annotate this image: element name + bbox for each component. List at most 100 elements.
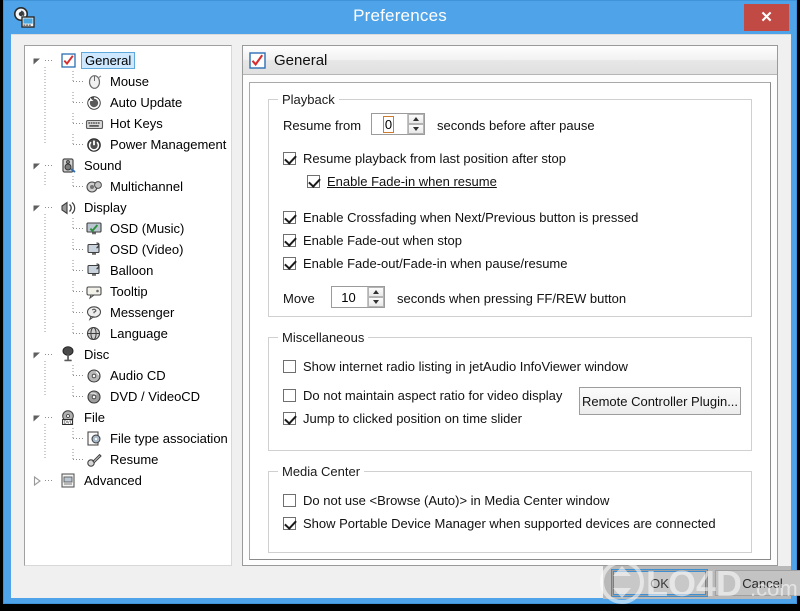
sidebar-item-label: OSD (Music) — [110, 221, 185, 236]
preferences-window: Preferences ✕ General Mouse Auto Update Hot… — [3, 0, 800, 604]
sidebar-item-label: Sound — [84, 158, 122, 173]
osd-music-icon — [85, 220, 104, 237]
audio-cd-icon — [85, 367, 104, 384]
tree-connector — [45, 197, 59, 218]
move-seconds-increment-icon[interactable] — [368, 287, 384, 297]
checkbox-label: Enable Crossfading when Next/Previous bu… — [303, 210, 639, 225]
sidebar-item-messenger[interactable]: Messenger — [25, 302, 231, 323]
multichannel-icon — [85, 178, 104, 195]
sidebar-item-file-type-association[interactable]: File type association — [25, 428, 231, 449]
display-icon — [59, 199, 78, 216]
ok-button[interactable]: OK — [611, 569, 708, 597]
checkbox-do-not-use-browse-auto[interactable]: Do not use <Browse (Auto)> in Media Cent… — [283, 493, 609, 508]
sidebar-item-label: Display — [84, 200, 127, 215]
page-title: General — [274, 51, 328, 69]
tree-connector — [45, 155, 59, 176]
sidebar-item-audio-cd[interactable]: Audio CD — [25, 365, 231, 386]
sidebar-item-label: Disc — [84, 347, 110, 362]
sidebar-item-sound[interactable]: Sound — [25, 155, 231, 176]
expander-open-icon[interactable] — [31, 160, 43, 172]
checkbox-enable-fade-in-when-resume[interactable]: Enable Fade-in when resume — [307, 174, 497, 189]
move-seconds-decrement-icon[interactable] — [368, 297, 384, 307]
sidebar-item-label: Mouse — [110, 74, 150, 89]
sidebar-item-label: General — [81, 52, 136, 69]
checkbox-label: Do not use <Browse (Auto)> in Media Cent… — [303, 493, 610, 508]
sidebar-item-tooltip[interactable]: Tooltip — [25, 281, 231, 302]
move-seconds-stepper[interactable]: 10 — [331, 286, 385, 308]
move-seconds-value: 10 — [341, 289, 356, 305]
sidebar-item-display[interactable]: Display — [25, 197, 231, 218]
checkbox-box-icon[interactable] — [283, 257, 296, 270]
checkbox-show-internet-radio-listing[interactable]: Show internet radio listing in jetAudio … — [283, 359, 628, 374]
checkbox-box-icon[interactable] — [283, 389, 296, 402]
checkbox-enable-fade-out-when-stop[interactable]: Enable Fade-out when stop — [283, 233, 462, 248]
checkbox-box-icon[interactable] — [283, 211, 296, 224]
checkbox-do-not-maintain-aspect-ratio[interactable]: Do not maintain aspect ratio for video d… — [283, 388, 562, 403]
sidebar-item-language[interactable]: Language — [25, 323, 231, 344]
checkbox-enable-fade-out-fade-in-pause-resume[interactable]: Enable Fade-out/Fade-in when pause/resum… — [283, 256, 568, 271]
resume-seconds-value-wrap[interactable]: 0 — [372, 114, 407, 134]
expander-open-icon[interactable] — [31, 55, 43, 67]
close-icon[interactable]: ✕ — [744, 4, 789, 31]
checkbox-label: Do not maintain aspect ratio for video d… — [303, 388, 563, 403]
expander-open-icon[interactable] — [31, 202, 43, 214]
checkbox-box-icon[interactable] — [283, 517, 296, 530]
sidebar-item-advanced[interactable]: Advanced — [25, 470, 231, 491]
sidebar-item-osd-music[interactable]: OSD (Music) — [25, 218, 231, 239]
remote-controller-plugin-button[interactable]: Remote Controller Plugin... — [579, 387, 741, 415]
checkbox-enable-crossfading[interactable]: Enable Crossfading when Next/Previous bu… — [283, 210, 638, 225]
checkbox-box-icon[interactable] — [283, 360, 296, 373]
cancel-button[interactable]: Cancel — [715, 570, 800, 596]
checkbox-box-icon[interactable] — [283, 152, 296, 165]
group-miscellaneous: Miscellaneous Show internet radio listin… — [268, 330, 752, 451]
expander-open-icon[interactable] — [31, 412, 43, 424]
general-checkbox-icon — [249, 51, 266, 69]
keyboard-icon — [85, 115, 104, 132]
checkbox-resume-playback-after-stop[interactable]: Resume playback from last position after… — [283, 151, 566, 166]
settings-tree[interactable]: General Mouse Auto Update Hot Keys Power Man… — [24, 45, 232, 566]
page-header: General — [243, 46, 777, 75]
move-seconds-buttons — [367, 287, 384, 307]
sidebar-item-resume[interactable]: Resume — [25, 449, 231, 470]
tree-connector — [71, 365, 85, 386]
resume-from-suffix-label: seconds before after pause — [437, 118, 595, 133]
mouse-icon — [85, 73, 104, 90]
expander-open-icon[interactable] — [31, 349, 43, 361]
sidebar-item-balloon[interactable]: Balloon — [25, 260, 231, 281]
sidebar-item-file[interactable]: DVD File — [25, 407, 231, 428]
sidebar-item-label: Tooltip — [110, 284, 148, 299]
resume-seconds-stepper[interactable]: 0 — [371, 113, 425, 135]
checkbox-show-portable-device-manager[interactable]: Show Portable Device Manager when suppor… — [283, 516, 716, 531]
checkbox-jump-to-clicked-position[interactable]: Jump to clicked position on time slider — [283, 411, 522, 426]
tree-connector — [71, 71, 85, 92]
dvd-icon — [85, 388, 104, 405]
sidebar-item-disc[interactable]: Disc — [25, 344, 231, 365]
checkbox-box-icon[interactable] — [283, 412, 296, 425]
sidebar-item-osd-video[interactable]: OSD (Video) — [25, 239, 231, 260]
sidebar-item-dvd-videocd[interactable]: DVD / VideoCD — [25, 386, 231, 407]
advanced-icon — [59, 472, 78, 489]
resume-seconds-increment-icon[interactable] — [408, 114, 424, 124]
checkbox-box-icon[interactable] — [283, 234, 296, 247]
sidebar-item-label: OSD (Video) — [110, 242, 184, 257]
sidebar-item-general[interactable]: General — [25, 50, 231, 71]
checkbox-box-icon[interactable] — [307, 175, 320, 188]
resume-seconds-decrement-icon[interactable] — [408, 124, 424, 134]
checkbox-label: Show internet radio listing in jetAudio … — [303, 359, 628, 374]
expander-closed-icon[interactable] — [31, 475, 43, 487]
sidebar-item-hot-keys[interactable]: Hot Keys — [25, 113, 231, 134]
move-seconds-value-wrap[interactable]: 10 — [332, 287, 367, 307]
svg-text:DVD: DVD — [64, 420, 73, 425]
sidebar-item-multichannel[interactable]: Multichannel — [25, 176, 231, 197]
sidebar-item-auto-update[interactable]: Auto Update — [25, 92, 231, 113]
sidebar-item-mouse[interactable]: Mouse — [25, 71, 231, 92]
sidebar-item-label: File — [84, 410, 105, 425]
checkbox-box-icon[interactable] — [283, 494, 296, 507]
sidebar-item-power-management[interactable]: Power Management — [25, 134, 231, 155]
